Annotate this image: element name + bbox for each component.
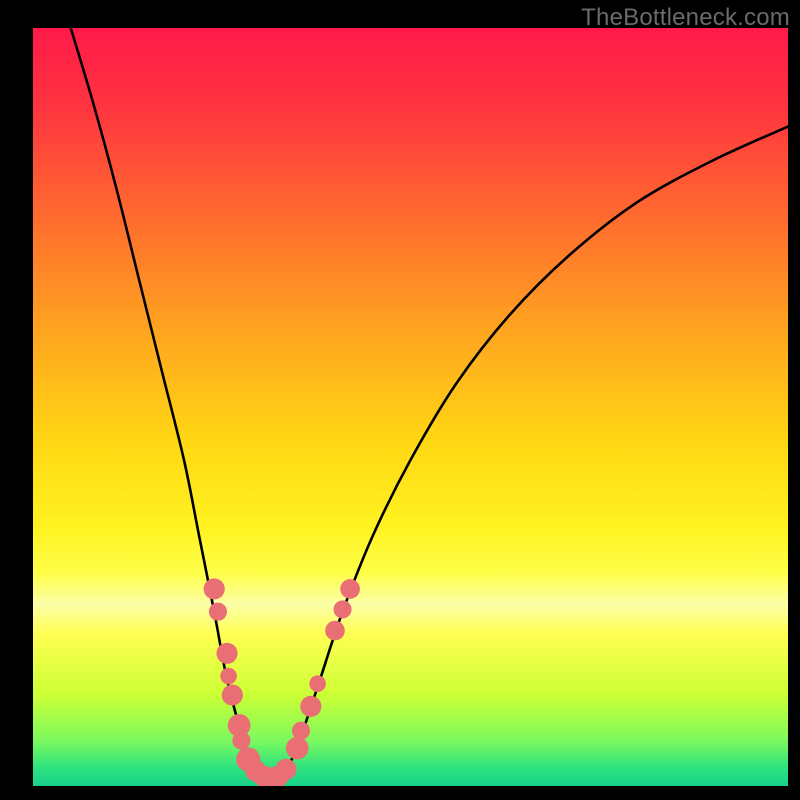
chart-svg: [33, 28, 788, 786]
gradient-background: [33, 28, 788, 786]
highlight-dot: [209, 603, 227, 621]
highlight-dot: [309, 675, 326, 692]
highlight-dot: [204, 578, 225, 599]
highlight-dot: [340, 579, 360, 599]
highlight-dot: [216, 643, 237, 664]
highlight-dot: [325, 621, 345, 641]
highlight-dot: [222, 684, 243, 705]
highlight-dot: [275, 759, 296, 780]
highlight-dot: [300, 696, 321, 717]
plot-area: [33, 28, 788, 786]
highlight-dot: [333, 600, 351, 618]
highlight-dot: [220, 668, 237, 685]
highlight-dot: [232, 731, 250, 749]
outer-frame: TheBottleneck.com: [0, 0, 800, 800]
highlight-dot: [292, 722, 310, 740]
watermark-text: TheBottleneck.com: [581, 4, 790, 32]
highlight-dot: [286, 737, 309, 760]
